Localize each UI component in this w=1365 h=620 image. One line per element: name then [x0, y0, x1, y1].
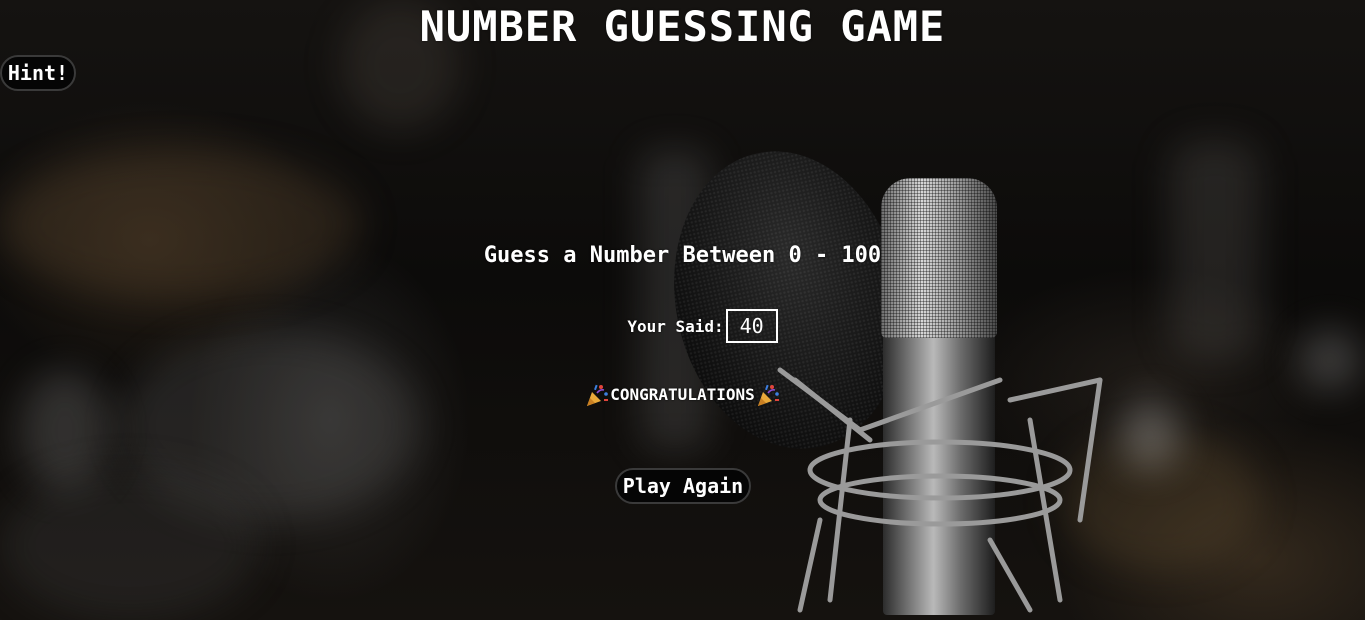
- guess-input[interactable]: [725, 309, 778, 343]
- play-again-button[interactable]: Play Again: [615, 468, 751, 504]
- guess-row: Your Said:: [0, 308, 1365, 344]
- result-message-text: CONGRATULATIONS: [610, 385, 755, 404]
- party-popper-icon: [755, 382, 781, 408]
- guess-prompt: Guess a Number Between 0 - 100: [483, 243, 882, 268]
- hint-button[interactable]: Hint!: [0, 55, 76, 91]
- party-popper-icon: [584, 382, 610, 408]
- result-message: CONGRATULATIONS: [0, 380, 1365, 410]
- guess-label: Your Said:: [627, 316, 724, 336]
- page-title: NUMBER GUESSING GAME: [419, 2, 946, 51]
